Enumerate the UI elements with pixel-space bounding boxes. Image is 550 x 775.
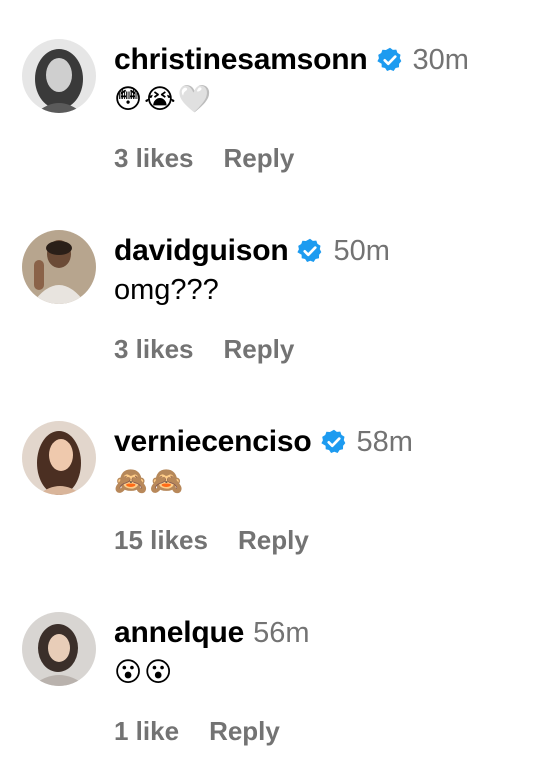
comment-header: verniecenciso 58m <box>114 422 413 462</box>
username[interactable]: christinesamsonn <box>114 43 368 77</box>
comment-actions: 15 likes Reply <box>114 524 309 556</box>
likes-count[interactable]: 3 likes <box>114 334 194 365</box>
likes-count[interactable]: 15 likes <box>114 525 208 556</box>
white-heart-emoji: 🤍 <box>177 83 212 115</box>
avatar-photo <box>22 39 96 113</box>
username[interactable]: verniecenciso <box>114 425 312 459</box>
comment-actions: 3 likes Reply <box>114 333 294 365</box>
reply-button[interactable]: Reply <box>238 525 309 556</box>
see-no-evil-monkey-emoji: 🙈 <box>149 465 184 497</box>
comment-text: omg??? <box>114 271 219 309</box>
likes-count[interactable]: 1 like <box>114 716 179 747</box>
reply-button[interactable]: Reply <box>209 716 280 747</box>
comment-header: davidguison 50m <box>114 231 390 271</box>
comment-item: annelque 56m 😮 😮 1 like Reply <box>0 573 550 775</box>
surprised-face-emoji: 😮 <box>144 656 173 688</box>
verified-badge-icon <box>376 46 404 74</box>
username[interactable]: davidguison <box>114 234 289 268</box>
comment-timestamp: 58m <box>356 425 413 458</box>
likes-count[interactable]: 3 likes <box>114 143 194 174</box>
comment-actions: 3 likes Reply <box>114 142 294 174</box>
comment-item: davidguison 50m omg??? 3 likes Reply <box>0 191 550 383</box>
comment-text-content: omg??? <box>114 273 219 306</box>
comment-text: 😮 😮 <box>114 653 174 691</box>
surprised-face-emoji: 😮 <box>114 656 143 688</box>
comment-header: christinesamsonn 30m <box>114 40 469 80</box>
avatar-photo <box>22 421 96 495</box>
avatar[interactable] <box>22 421 96 495</box>
comment-header: annelque 56m <box>114 613 310 653</box>
avatar-photo <box>22 230 96 304</box>
flushed-face-emoji: 😳 <box>114 83 143 115</box>
comment-timestamp: 30m <box>412 43 469 76</box>
comment-timestamp: 56m <box>253 616 310 649</box>
comment-item: verniecenciso 58m 🙈 🙈 15 likes Reply <box>0 382 550 574</box>
avatar[interactable] <box>22 612 96 686</box>
username[interactable]: annelque <box>114 616 244 650</box>
see-no-evil-monkey-emoji: 🙈 <box>114 465 148 497</box>
comment-actions: 1 like Reply <box>114 715 280 747</box>
avatar[interactable] <box>22 39 96 113</box>
crying-face-emoji: 😭 <box>144 83 176 115</box>
reply-button[interactable]: Reply <box>224 334 295 365</box>
reply-button[interactable]: Reply <box>224 143 295 174</box>
verified-badge-icon <box>296 237 324 265</box>
avatar-photo <box>22 612 96 686</box>
avatar[interactable] <box>22 230 96 304</box>
comment-text: 😳 😭 🤍 <box>114 80 213 118</box>
comment-item: christinesamsonn 30m 😳 😭 🤍 3 likes Reply <box>0 0 550 192</box>
comment-text: 🙈 🙈 <box>114 462 185 500</box>
verified-badge-icon <box>320 428 348 456</box>
comment-timestamp: 50m <box>333 234 390 267</box>
